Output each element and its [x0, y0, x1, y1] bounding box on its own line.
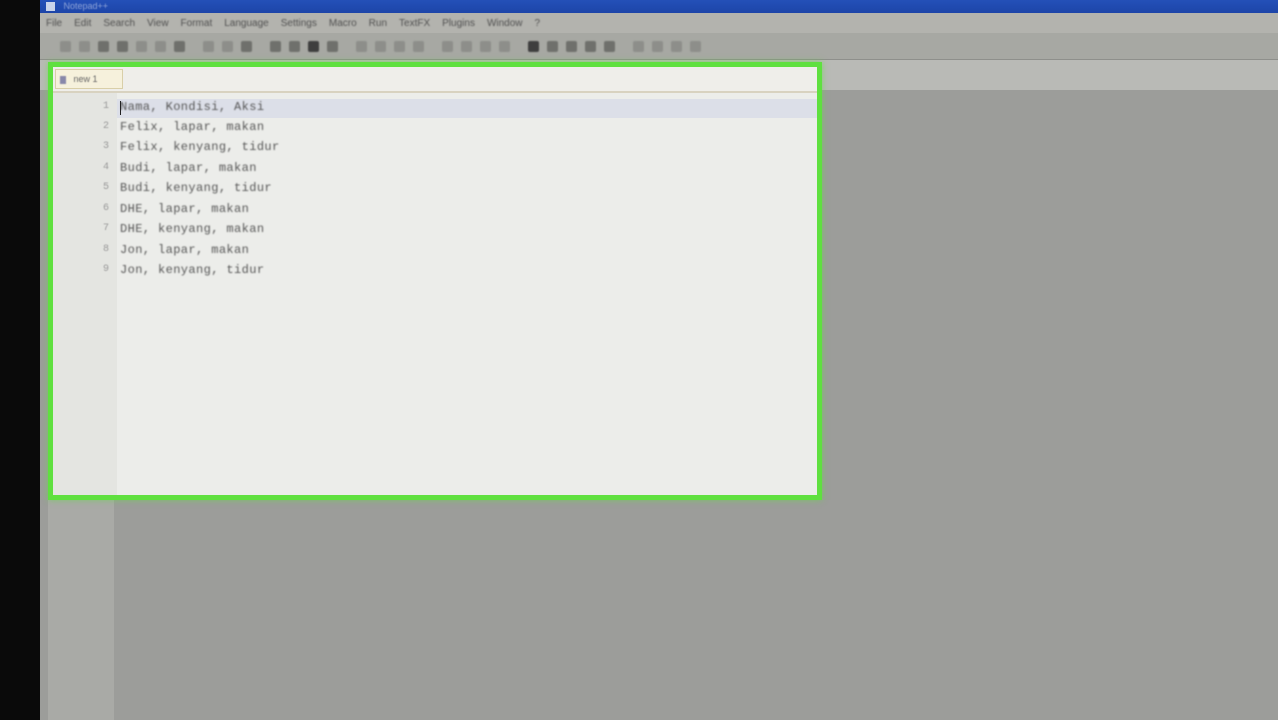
menu-search[interactable]: Search: [103, 18, 135, 29]
menu-view[interactable]: View: [147, 18, 169, 29]
close-icon[interactable]: [136, 40, 147, 52]
print-icon[interactable]: [174, 40, 185, 52]
menu-format[interactable]: Format: [181, 18, 213, 29]
play-multiple-icon[interactable]: [585, 40, 596, 52]
text-editor[interactable]: Nama, Kondisi, Aksi Felix, lapar, makan …: [117, 93, 817, 495]
line-number: 7: [102, 223, 109, 234]
tab-new-1[interactable]: new 1: [55, 69, 123, 89]
screen: Notepad++ File Edit Search View Format L…: [0, 0, 1278, 720]
redo-icon[interactable]: [289, 40, 300, 52]
menu-help[interactable]: ?: [535, 18, 541, 29]
plugin-icon-1[interactable]: [633, 40, 644, 52]
line-number: 3: [102, 141, 109, 152]
play-macro-icon[interactable]: [566, 40, 577, 52]
show-all-chars-icon[interactable]: [461, 40, 472, 52]
tab-row: new 1: [53, 67, 817, 93]
save-all-icon[interactable]: [117, 40, 128, 52]
menu-edit[interactable]: Edit: [74, 18, 91, 29]
plugin-icon-3[interactable]: [671, 40, 682, 52]
menu-window[interactable]: Window: [487, 18, 523, 29]
menu-plugins[interactable]: Plugins: [442, 18, 475, 29]
find-icon[interactable]: [308, 40, 319, 52]
undo-icon[interactable]: [270, 40, 281, 52]
file-icon: [60, 75, 66, 84]
code-line[interactable]: Felix, kenyang, tidur: [120, 140, 280, 154]
toolbar: [40, 33, 1278, 60]
save-icon[interactable]: [98, 40, 109, 52]
help-icon[interactable]: [690, 40, 701, 52]
monitor-bezel: [0, 0, 40, 720]
line-number: 8: [102, 244, 109, 255]
word-wrap-icon[interactable]: [442, 40, 453, 52]
code-line[interactable]: Felix, lapar, makan: [120, 120, 264, 134]
line-number: 6: [102, 203, 109, 214]
menu-textfx[interactable]: TextFX: [399, 18, 430, 29]
stop-record-icon[interactable]: [547, 40, 558, 52]
code-line[interactable]: Jon, kenyang, tidur: [120, 263, 264, 277]
menu-macro[interactable]: Macro: [329, 18, 357, 29]
text-caret: [120, 101, 121, 115]
line-number-gutter: 1 2 3 4 5 6 7 8 9: [53, 93, 117, 495]
zoom-out-icon[interactable]: [375, 40, 386, 52]
save-macro-icon[interactable]: [604, 40, 615, 52]
cut-icon[interactable]: [203, 40, 214, 52]
green-highlight-box: new 1 1 2 3 4 5 6 7 8 9 Nama, Kondisi, A…: [48, 62, 822, 500]
code-line[interactable]: DHE, lapar, makan: [120, 202, 249, 216]
sync-vertical-icon[interactable]: [394, 40, 405, 52]
plugin-icon-2[interactable]: [652, 40, 663, 52]
menu-bar: File Edit Search View Format Language Se…: [40, 13, 1278, 33]
paste-icon[interactable]: [241, 40, 252, 52]
menu-run[interactable]: Run: [369, 18, 387, 29]
app-icon: [46, 2, 55, 11]
line-number: 4: [102, 162, 109, 173]
new-file-icon[interactable]: [60, 40, 71, 52]
code-line[interactable]: Nama, Kondisi, Aksi: [120, 100, 264, 114]
line-number: 1: [102, 101, 109, 112]
menu-file[interactable]: File: [46, 18, 62, 29]
open-file-icon[interactable]: [79, 40, 90, 52]
copy-icon[interactable]: [222, 40, 233, 52]
tab-label: new 1: [73, 74, 98, 84]
menu-settings[interactable]: Settings: [281, 18, 317, 29]
zoom-in-icon[interactable]: [356, 40, 367, 52]
line-number: 5: [102, 182, 109, 193]
line-number: 2: [102, 121, 109, 132]
sync-horizontal-icon[interactable]: [413, 40, 424, 52]
notepad-window: Notepad++ File Edit Search View Format L…: [40, 0, 1278, 720]
code-line[interactable]: Jon, lapar, makan: [120, 243, 249, 257]
line-number: 9: [102, 264, 109, 275]
title-bar[interactable]: Notepad++: [40, 0, 1278, 13]
user-language-icon[interactable]: [499, 40, 510, 52]
record-macro-icon[interactable]: [528, 40, 539, 52]
indent-guide-icon[interactable]: [480, 40, 491, 52]
code-line[interactable]: Budi, kenyang, tidur: [120, 181, 272, 195]
code-line[interactable]: DHE, kenyang, makan: [120, 222, 264, 236]
menu-language[interactable]: Language: [224, 18, 269, 29]
replace-icon[interactable]: [327, 40, 338, 52]
window-title: Notepad++: [63, 1, 109, 11]
close-all-icon[interactable]: [155, 40, 166, 52]
code-line[interactable]: Budi, lapar, makan: [120, 161, 257, 175]
